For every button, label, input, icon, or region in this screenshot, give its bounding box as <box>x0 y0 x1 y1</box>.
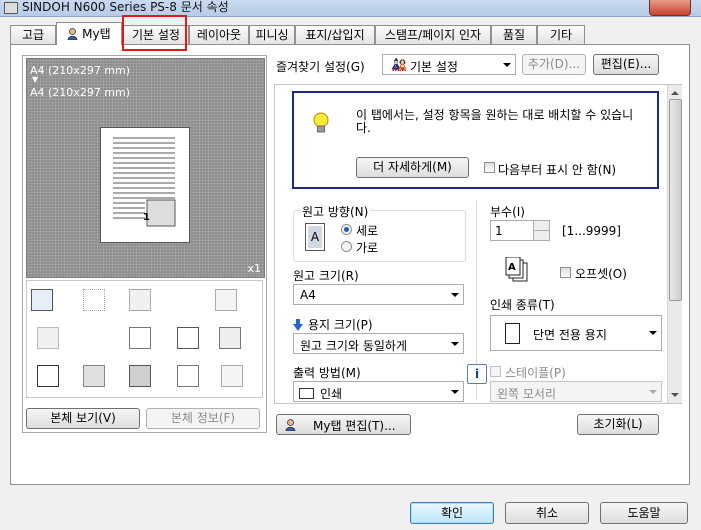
original-size-dropdown[interactable]: A4 <box>293 284 464 305</box>
spin-down-icon[interactable] <box>533 231 549 240</box>
watermark-icon[interactable] <box>83 289 105 311</box>
favorites-edit-button[interactable]: 편집(E)... <box>593 54 659 75</box>
header-footer-icon[interactable] <box>221 365 243 387</box>
landscape-radio[interactable] <box>341 241 352 252</box>
staple-dropdown[interactable]: 왼쪽 모서리 <box>490 381 662 402</box>
hide-next-time-checkbox[interactable] <box>484 162 495 173</box>
offset-checkbox[interactable] <box>560 267 571 278</box>
paper-size-dropdown[interactable]: 원고 크기와 동일하게 <box>293 333 464 354</box>
output-method-label: 출력 방법(M) <box>293 366 361 380</box>
tab-layout[interactable]: 레이아웃 <box>189 25 249 44</box>
account-track-icon[interactable] <box>129 365 151 387</box>
favorites-dropdown[interactable]: 🎎 기본 설정 <box>382 54 516 75</box>
simplex-page-icon <box>505 323 520 344</box>
layout-icon[interactable] <box>31 289 53 311</box>
favorites-icon: 🎎 <box>391 58 408 73</box>
svg-text:A: A <box>508 262 516 273</box>
portrait-radio[interactable] <box>341 224 352 235</box>
landscape-label: 가로 <box>356 241 379 255</box>
copies-spinner[interactable]: 1 <box>490 220 550 241</box>
orientation-label: 원고 방향(N) <box>300 203 371 220</box>
print-icon <box>299 388 314 399</box>
tab-other[interactable]: 기타 <box>537 25 585 44</box>
paper-size-label: 용지 크기(P) <box>308 318 373 332</box>
tab-stamp-page-print[interactable]: 스탬프/페이지 인자 <box>375 25 491 44</box>
vertical-scrollbar[interactable] <box>667 85 682 403</box>
scroll-down-icon[interactable] <box>671 393 679 397</box>
user-icon <box>67 25 78 41</box>
print-preview: A4 (210x297 mm) ▼ A4 (210x297 mm) 1 x1 <box>26 58 265 278</box>
user-auth-icon[interactable] <box>83 365 105 387</box>
reset-button[interactable]: 초기화(L) <box>577 414 659 435</box>
favorites-label: 즐겨찾기 설정(G) <box>276 60 365 74</box>
more-details-button[interactable]: 더 자세하게(M) <box>356 157 469 178</box>
info-icon[interactable]: i <box>467 364 487 384</box>
offset-icon[interactable] <box>37 327 59 349</box>
favorites-add-button[interactable]: 추가(D)... <box>522 54 586 75</box>
tab-quality[interactable]: 품질 <box>491 25 537 44</box>
blue-down-arrow-icon <box>293 319 303 331</box>
copies-label: 부수(I) <box>490 205 525 219</box>
tab-mytab[interactable]: My탭 <box>56 22 122 45</box>
close-button[interactable] <box>649 0 691 16</box>
secure-print-icon[interactable] <box>219 327 241 349</box>
portrait-label: 세로 <box>356 224 379 238</box>
scroll-thumb[interactable] <box>669 99 682 301</box>
copies-icon[interactable] <box>129 289 151 311</box>
offset-stack-icon: A <box>505 256 531 283</box>
paper-size-label: A4 (210x297 mm) <box>30 64 131 77</box>
help-button[interactable]: 도움말 <box>600 502 688 524</box>
tab-cover-insert[interactable]: 표지/삽입지 <box>295 25 375 44</box>
info-message: 이 탭에서는, 설정 항목을 원하는 대로 배치할 수 있습니다. <box>356 108 634 135</box>
info-box: 이 탭에서는, 설정 항목을 원하는 대로 배치할 수 있습니다. 더 자세하게… <box>292 91 659 189</box>
booklet-icon[interactable] <box>177 327 199 349</box>
tab-finishing[interactable]: 피니싱 <box>249 25 295 44</box>
window-title: SINDOH N600 Series PS-8 문서 속성 <box>22 0 229 14</box>
scroll-up-icon[interactable] <box>671 91 679 95</box>
staple-checkbox[interactable] <box>490 366 501 377</box>
output-method-dropdown[interactable]: 인쇄 <box>293 381 464 402</box>
preview-page: 1 <box>100 127 190 243</box>
down-arrow-icon: ▼ <box>32 75 39 84</box>
user-icon <box>285 418 296 432</box>
page-number-icon[interactable] <box>177 365 199 387</box>
ok-button[interactable]: 확인 <box>410 502 494 524</box>
function-icon-grid <box>26 280 263 398</box>
tab-strip: 고급 My탭 기본 설정 레이아웃 피니싱 표지/삽입지 스탬프/페이지 인자 … <box>10 22 690 45</box>
tab-advanced[interactable]: 고급 <box>10 25 56 44</box>
printer-icon <box>4 2 18 14</box>
offset-label: 오프셋(O) <box>575 267 627 281</box>
mytab-edit-button[interactable]: My탭 편집(T)... <box>276 414 411 435</box>
body-view-button[interactable]: 본체 보기(V) <box>26 408 140 429</box>
lightbulb-icon <box>312 111 330 137</box>
body-info-button[interactable]: 본체 정보(F) <box>146 408 260 429</box>
staple-label: 스테이플(P) <box>505 366 566 380</box>
print-type-dropdown[interactable]: 단면 전용 용지 <box>490 315 662 351</box>
output-size-label: A4 (210x297 mm) <box>30 86 131 99</box>
highlight-box <box>122 15 187 51</box>
cancel-button[interactable]: 취소 <box>505 502 589 524</box>
page-number: 1 <box>143 212 150 223</box>
portrait-page-icon: A <box>305 223 325 251</box>
staple-icon[interactable] <box>215 289 237 311</box>
title-bar: SINDOH N600 Series PS-8 문서 속성 <box>0 0 701 17</box>
spin-up-icon[interactable] <box>533 221 549 231</box>
hide-next-time-label: 다음부터 표시 안 함(N) <box>498 163 617 177</box>
copies-mark: x1 <box>247 262 261 275</box>
original-size-label: 원고 크기(R) <box>293 269 359 283</box>
print-type-label: 인쇄 종류(T) <box>490 298 555 312</box>
text-icon[interactable] <box>129 327 151 349</box>
copies-range: [1...9999] <box>562 224 621 238</box>
document-icon[interactable] <box>37 365 59 387</box>
